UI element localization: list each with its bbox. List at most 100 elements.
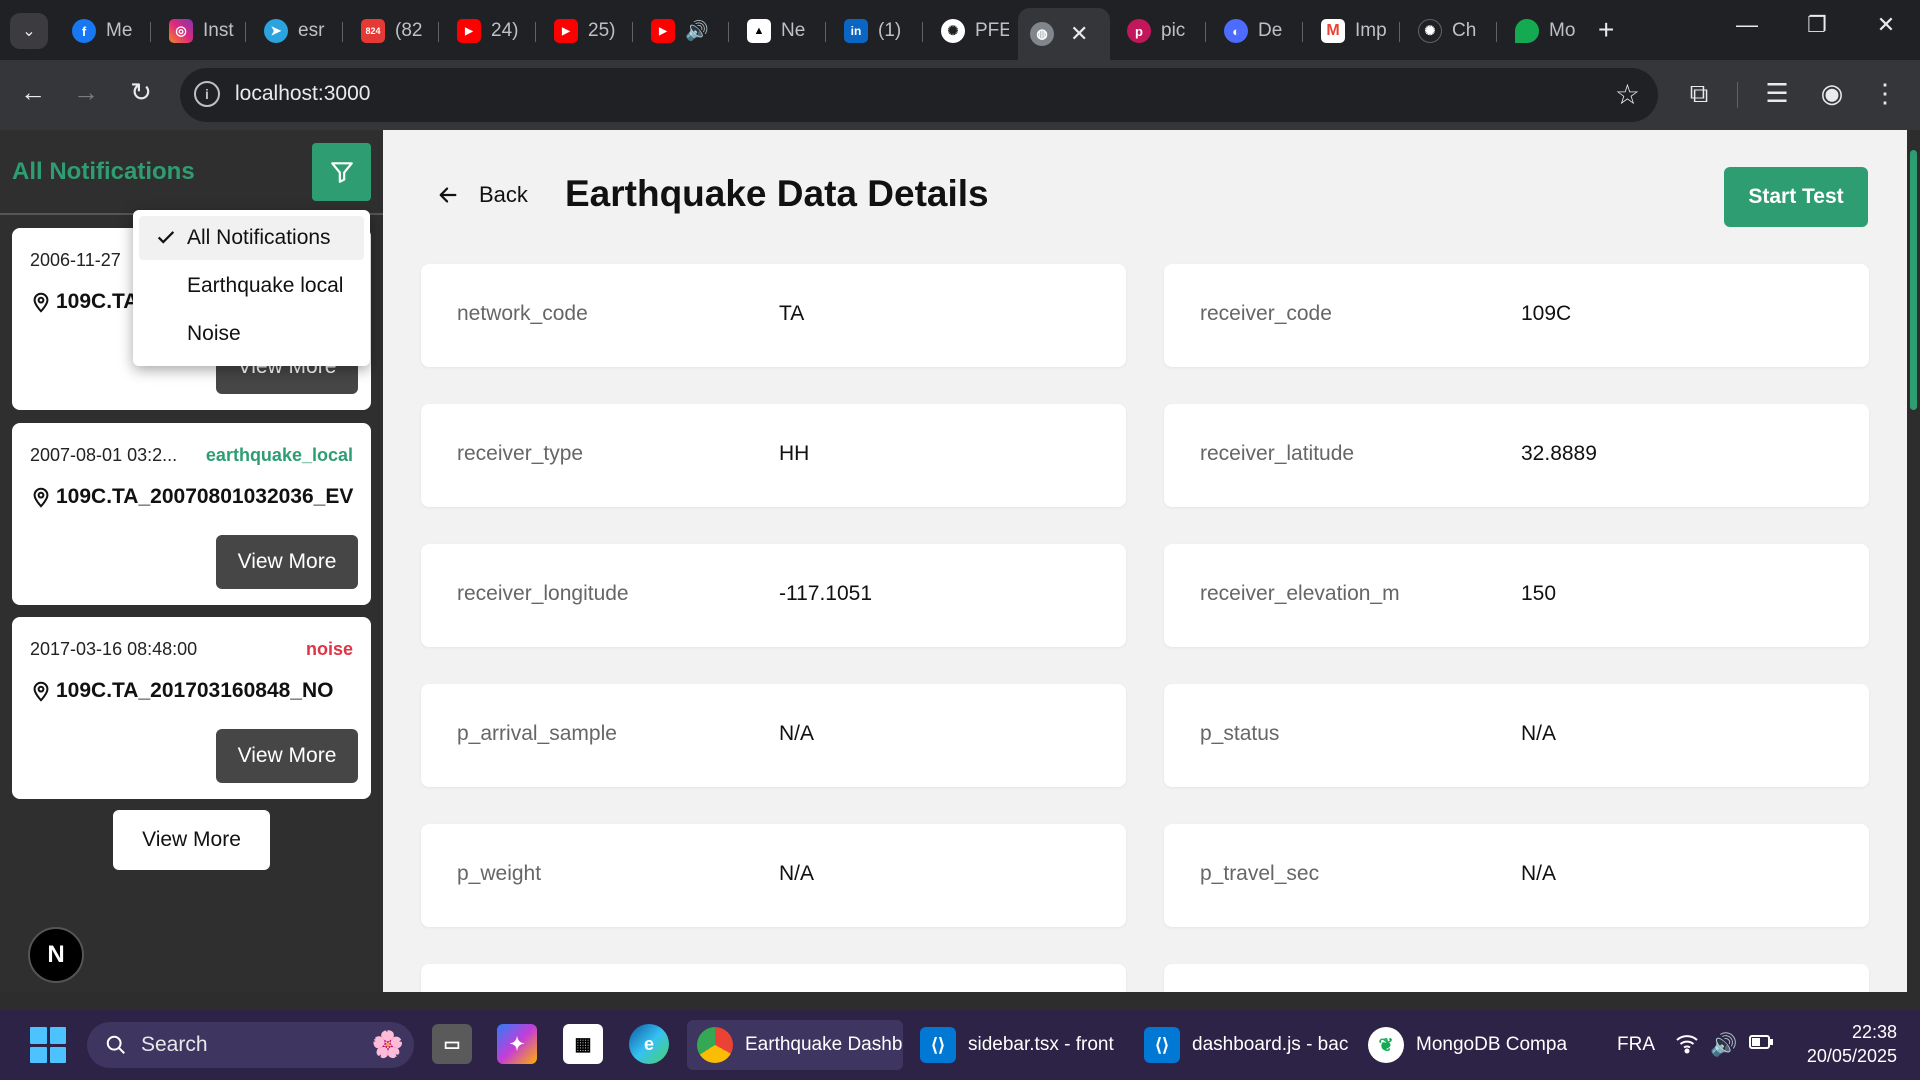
instagram-icon: ◎ <box>169 19 193 43</box>
field-card: p_status N/A <box>1164 684 1869 787</box>
language-indicator[interactable]: FRA <box>1617 1034 1655 1056</box>
filter-option-all[interactable]: All Notifications <box>139 216 364 260</box>
field-label: network_code <box>457 302 588 325</box>
browser-tab[interactable]: ➤ esr <box>252 10 332 52</box>
view-more-button[interactable]: View More <box>216 729 358 783</box>
tab-title: PFE <box>975 20 1009 41</box>
chatgpt-icon: ✺ <box>1418 19 1442 43</box>
speaker-icon: 🔊 <box>685 21 709 42</box>
extensions-icon[interactable]: ⧉ <box>1682 78 1716 110</box>
taskbar-app-vscode[interactable]: ⟨⟩ dashboard.js - bac <box>1134 1020 1350 1070</box>
vertical-scrollbar[interactable] <box>1907 130 1920 992</box>
filter-option-noise[interactable]: Noise <box>139 312 364 356</box>
filter-option-label: Earthquake local <box>187 274 344 297</box>
profile-icon[interactable]: ◉ <box>1815 78 1849 109</box>
filter-dropdown-menu: All Notifications Earthquake local Noise <box>133 210 370 366</box>
browser-tab[interactable]: ✺ Ch <box>1406 10 1486 52</box>
browser-tab[interactable]: f Me <box>60 10 140 52</box>
page-viewport: All Notifications 2006-11-27 109C.TA Vie… <box>0 130 1920 992</box>
bookmark-star-icon[interactable]: ☆ <box>1615 78 1640 111</box>
field-card: receiver_elevation_m 150 <box>1164 544 1869 647</box>
tab-title: Ch <box>1452 20 1477 41</box>
field-value: N/A <box>779 862 815 885</box>
tab-search-button[interactable]: ⌄ <box>10 13 48 49</box>
taskbar-app-vscode[interactable]: ⟨⟩ sidebar.tsx - front <box>910 1020 1126 1070</box>
field-label: receiver_code <box>1200 302 1332 325</box>
field-label: receiver_type <box>457 442 584 465</box>
card-station-name: 109C.TA_201703160848_NO <box>30 679 365 703</box>
notification-card: 2017-03-16 08:48:00 noise 109C.TA_201703… <box>12 617 371 799</box>
back-nav-button[interactable]: ← <box>15 77 51 108</box>
youtube-icon: ▶ <box>554 19 578 43</box>
browser-tab[interactable]: in (1) <box>832 10 912 52</box>
card-date: 2017-03-16 08:48:00 <box>30 639 198 659</box>
browser-tab[interactable]: ◐ De <box>1212 10 1292 52</box>
browser-tab[interactable]: p pic <box>1115 10 1195 52</box>
taskbar-search[interactable]: Search 🌸 <box>87 1022 414 1068</box>
tab-title: 25) <box>588 20 616 41</box>
details-panel: Back Earthquake Data Details Start Test … <box>383 130 1907 992</box>
url-text[interactable]: localhost:3000 <box>235 82 370 106</box>
volume-icon[interactable]: 🔊 <box>1710 1032 1737 1058</box>
close-window-button[interactable]: ✕ <box>1866 12 1906 38</box>
browser-tab-active[interactable]: ◍ ✕ <box>1018 8 1110 60</box>
wifi-icon[interactable] <box>1675 1032 1699 1060</box>
gmail-icon: M <box>1321 19 1345 43</box>
picsart-icon: p <box>1127 19 1151 43</box>
browser-tab[interactable]: 824 (82 <box>349 10 429 52</box>
task-view-icon[interactable]: ▭ <box>432 1024 472 1064</box>
close-tab-icon[interactable]: ✕ <box>1070 21 1088 47</box>
browser-tab[interactable]: ✺ PFE <box>929 10 1009 52</box>
clock-time: 22:38 <box>1851 1022 1897 1042</box>
new-tab-button[interactable]: + <box>1598 14 1614 46</box>
browser-tab[interactable]: ◎ Inst <box>157 10 237 52</box>
browser-tab[interactable]: ▶ 25) <box>542 10 622 52</box>
field-value: TA <box>779 302 805 325</box>
restore-button[interactable]: ❐ <box>1797 12 1837 38</box>
microsoft-store-icon[interactable]: ▦ <box>563 1024 603 1064</box>
horizontal-scrollbar[interactable] <box>0 992 1920 1010</box>
battery-icon[interactable] <box>1748 1032 1774 1058</box>
windows-start-icon[interactable] <box>30 1027 66 1063</box>
filter-option-earthquake-local[interactable]: Earthquake local <box>139 264 364 308</box>
vscode-icon: ⟨⟩ <box>1144 1027 1180 1063</box>
minimize-button[interactable]: — <box>1727 12 1767 38</box>
windows-taskbar: Search 🌸 ▭ ✦ ▦ e Earthquake Dashb ⟨⟩ sid… <box>0 1010 1920 1080</box>
browser-tab[interactable]: Mo <box>1503 10 1583 52</box>
browser-tab[interactable]: M Imp <box>1309 10 1389 52</box>
view-more-button[interactable]: View More <box>216 535 358 589</box>
reload-button[interactable]: ↻ <box>123 77 159 108</box>
browser-tab[interactable]: ▶ 24) <box>445 10 525 52</box>
forward-nav-button[interactable]: → <box>68 77 104 108</box>
taskbar-app-label: sidebar.tsx - front <box>968 1034 1114 1055</box>
card-date: 2007-08-01 03:2... <box>30 445 178 465</box>
card-name-text: 109C.TA <box>56 290 139 313</box>
field-card: receiver_type HH <box>421 404 1126 507</box>
taskbar-app-chrome[interactable]: Earthquake Dashb <box>687 1020 903 1070</box>
nextjs-dev-badge[interactable]: N <box>28 927 84 983</box>
menu-kebab-icon[interactable]: ⋮ <box>1868 78 1902 109</box>
scrollbar-thumb[interactable] <box>1910 150 1917 410</box>
address-bar[interactable]: i localhost:3000 ☆ <box>180 68 1658 122</box>
load-more-button[interactable]: View More <box>113 810 270 870</box>
card-date: 2006-11-27 <box>30 250 121 270</box>
tab-title: (1) <box>878 20 902 41</box>
taskbar-app-label: dashboard.js - bac <box>1192 1034 1349 1055</box>
taskbar-app-mongodb[interactable]: ❦ MongoDB Compa <box>1358 1020 1574 1070</box>
filter-button[interactable] <box>312 143 371 201</box>
copilot-icon[interactable]: ✦ <box>497 1024 537 1064</box>
taskbar-clock[interactable]: 22:38 20/05/2025 <box>1797 1020 1897 1068</box>
field-label: p_arrival_sample <box>457 722 617 745</box>
browser-tab[interactable]: ▶ 🔊 <box>639 10 719 52</box>
site-info-icon[interactable]: i <box>194 81 220 107</box>
edge-icon[interactable]: e <box>629 1024 669 1064</box>
search-placeholder: Search <box>141 1033 208 1056</box>
tab-title: Imp <box>1355 20 1387 41</box>
linkedin-icon: in <box>844 19 868 43</box>
back-link[interactable]: Back <box>437 182 528 208</box>
browser-tab[interactable]: ▲ Ne <box>735 10 815 52</box>
start-test-button[interactable]: Start Test <box>1724 167 1868 227</box>
field-label: p_status <box>1200 722 1280 745</box>
reading-list-icon[interactable]: ☰ <box>1760 78 1794 109</box>
field-label: receiver_latitude <box>1200 442 1355 465</box>
